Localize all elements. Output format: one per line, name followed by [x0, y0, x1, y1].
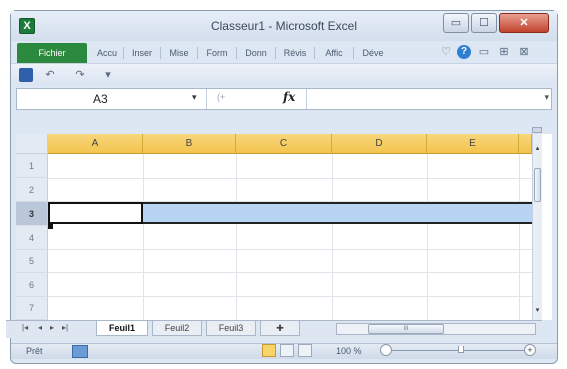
window-restore-icon[interactable]: ▭ — [477, 45, 491, 59]
normal-view-icon[interactable] — [262, 344, 276, 357]
expand-formula-bar-icon[interactable]: ▾ — [544, 92, 549, 103]
minimize-button[interactable]: ▭ — [443, 13, 469, 33]
first-sheet-icon[interactable]: |◂ — [22, 323, 28, 332]
column-header-f[interactable] — [519, 134, 532, 154]
row-header-2[interactable]: 2 — [16, 178, 48, 202]
help-icon[interactable]: ? — [457, 45, 471, 59]
sheet-tab-feuil3[interactable]: Feuil3 — [206, 321, 256, 336]
previous-sheet-icon[interactable]: ◂ — [38, 323, 42, 332]
tab-divider — [275, 47, 276, 59]
row-header-6[interactable]: 6 — [16, 273, 48, 297]
row-gridline — [48, 296, 532, 297]
tab-developer[interactable]: Déve — [357, 45, 389, 61]
quick-access-toolbar: ↶ ↷ ▾ — [11, 63, 557, 85]
tab-divider — [314, 47, 315, 59]
save-icon[interactable] — [19, 68, 33, 82]
close-workbook-icon[interactable]: ⊠ — [517, 45, 531, 59]
formula-input[interactable] — [313, 92, 533, 106]
select-all-corner[interactable] — [16, 134, 48, 154]
tab-data[interactable]: Donn — [240, 45, 272, 61]
column-header-a[interactable]: A — [48, 134, 143, 154]
row-header-5[interactable]: 5 — [16, 250, 48, 273]
tab-review[interactable]: Révis — [279, 45, 311, 61]
column-header-d[interactable]: D — [332, 134, 427, 154]
row-gridline — [48, 249, 532, 250]
row-header-7[interactable]: 7 — [16, 297, 48, 320]
active-cell[interactable] — [48, 202, 143, 224]
insert-function-icon[interactable]: fx — [283, 90, 295, 104]
scroll-down-icon[interactable]: ▾ — [533, 306, 542, 314]
sheet-tab-feuil2[interactable]: Feuil2 — [152, 321, 202, 336]
tab-divider — [197, 47, 198, 59]
row-gridline — [48, 178, 532, 179]
zoom-in-icon[interactable]: + — [524, 344, 536, 356]
row-header-1[interactable]: 1 — [16, 154, 48, 178]
name-box[interactable]: A3 ▾ — [17, 89, 207, 109]
vertical-scroll-thumb[interactable] — [534, 168, 541, 202]
row-header-4[interactable]: 4 — [16, 226, 48, 250]
sheet-tab-feuil1[interactable]: Feuil1 — [96, 321, 148, 336]
formula-bar-divider — [306, 89, 307, 109]
tab-divider — [353, 47, 354, 59]
minimize-ribbon-icon[interactable]: ♡ — [439, 45, 453, 59]
insert-sheet-icon[interactable]: ✚ — [260, 321, 300, 336]
tab-file[interactable]: Fichier — [17, 43, 87, 63]
last-sheet-icon[interactable]: ▸| — [62, 323, 68, 332]
zoom-out-icon[interactable] — [380, 344, 392, 356]
tab-home[interactable]: Accu — [93, 45, 121, 61]
column-header-b[interactable]: B — [143, 134, 236, 154]
formula-bar: A3 ▾ (+ fx ▾ — [16, 88, 552, 110]
tab-page-layout[interactable]: Mise — [164, 45, 194, 61]
fill-handle[interactable] — [48, 224, 53, 229]
column-header-c[interactable]: C — [236, 134, 332, 154]
vertical-split-handle[interactable] — [532, 127, 542, 133]
page-layout-view-icon[interactable] — [280, 344, 294, 357]
restore-workbook-icon[interactable]: ⊞ — [497, 45, 511, 59]
customize-qat-icon[interactable]: ▾ — [101, 68, 115, 82]
tab-insert[interactable]: Inser — [127, 45, 157, 61]
scroll-up-icon[interactable]: ▴ — [533, 144, 542, 152]
title-bar: X Classeur1 - Microsoft Excel ▭ ☐ ✕ — [11, 11, 557, 41]
tab-formulas[interactable]: Form — [201, 45, 233, 61]
name-box-value: A3 — [93, 92, 108, 106]
tab-divider — [160, 47, 161, 59]
tab-divider — [236, 47, 237, 59]
zoom-level[interactable]: 100 % — [336, 346, 362, 356]
redo-icon[interactable]: ↷ — [73, 68, 87, 82]
worksheet-grid[interactable] — [16, 134, 552, 320]
vertical-scrollbar[interactable] — [532, 134, 542, 320]
tab-view[interactable]: Affic — [318, 45, 350, 61]
name-box-dropdown-icon[interactable]: ▾ — [192, 92, 197, 103]
close-button[interactable]: ✕ — [499, 13, 549, 33]
ribbon-tabs: Fichier Accu Inser Mise Form Donn Révis … — [11, 41, 557, 63]
row-header-3[interactable]: 3 — [16, 202, 48, 226]
formula-cancel-icon[interactable]: (+ — [217, 92, 225, 102]
row-gridline — [48, 272, 532, 273]
status-mode: Prêt — [26, 346, 43, 356]
tab-divider — [123, 47, 124, 59]
zoom-slider-thumb[interactable] — [458, 346, 464, 353]
undo-icon[interactable]: ↶ — [43, 68, 57, 82]
page-break-view-icon[interactable] — [298, 344, 312, 357]
horizontal-scroll-thumb[interactable]: III — [368, 324, 444, 334]
column-header-e[interactable]: E — [427, 134, 519, 154]
next-sheet-icon[interactable]: ▸ — [50, 323, 54, 332]
macro-record-icon[interactable] — [72, 345, 88, 358]
maximize-button[interactable]: ☐ — [471, 13, 497, 33]
